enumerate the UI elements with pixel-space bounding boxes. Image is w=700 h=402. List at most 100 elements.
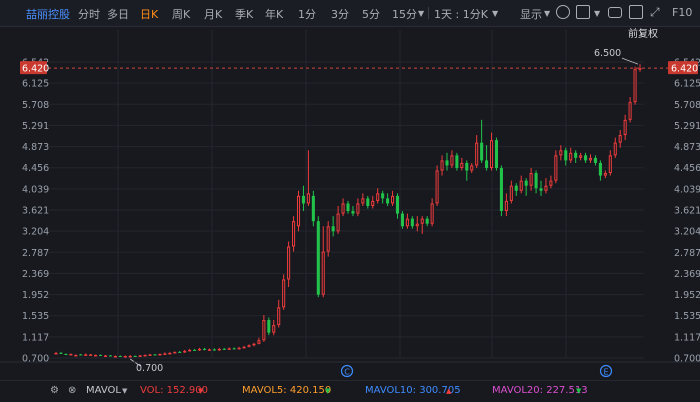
volume-indicator-bar: ⚙ ⊗ MAVOL ▼ VOL: 152.900 ▼ MAVOL5: 420.1… (0, 380, 700, 402)
candle-body-up (123, 355, 127, 358)
candle-body-up (336, 213, 340, 232)
tab-monthly-k[interactable]: 月K (204, 6, 222, 22)
settings-icon[interactable] (556, 5, 570, 19)
candle-body-down (410, 218, 414, 227)
candle-body-up (143, 354, 147, 357)
tab-multi-day[interactable]: 多日 (107, 6, 129, 22)
tab-daily-k[interactable]: 日K (140, 6, 158, 22)
candle-body-down (118, 355, 122, 357)
chevron-down-icon[interactable]: ▼ (544, 9, 550, 18)
tab-intraday[interactable]: 分时 (78, 6, 100, 22)
candle-body-up (252, 343, 256, 346)
candle-body-down (485, 160, 489, 168)
candle-body-down (331, 226, 335, 232)
candle-body-down (212, 349, 216, 351)
y-tick-label-left: 0.700 (22, 354, 49, 365)
tab-1min[interactable]: 1分 (298, 6, 316, 22)
mavol5-value: MAVOL5: 420.150 (242, 385, 332, 396)
camera-icon[interactable] (608, 7, 622, 18)
tab-weekly-k[interactable]: 周K (172, 6, 190, 22)
event-marker-label: C (344, 368, 350, 377)
chevron-down-icon[interactable]: ▼ (594, 9, 600, 18)
tab-15min[interactable]: 15分 (392, 6, 417, 22)
candle-body-up (103, 355, 108, 357)
candle-body-down (514, 185, 518, 191)
candle-body-down (425, 218, 429, 224)
candle-body-down (381, 193, 385, 199)
candle-body-down (499, 167, 503, 212)
y-tick-label-right: 4.873 (674, 142, 700, 153)
candle-body-down (301, 195, 305, 204)
multi-period-select[interactable]: 1天 : 1分K (434, 6, 488, 22)
candle-body-up (272, 325, 276, 333)
candle-body-down (524, 180, 528, 186)
candle-body-up (361, 198, 365, 204)
candle-body-up (282, 279, 286, 308)
window-icon[interactable] (576, 5, 590, 19)
candle-body-up (128, 355, 132, 358)
candle-body-up (509, 185, 513, 201)
candle-body-down (232, 348, 236, 350)
f10-button[interactable]: F10 (672, 6, 692, 19)
candle-body-up (544, 185, 548, 191)
close-icon[interactable]: ⊗ (68, 385, 76, 396)
tab-quarterly-k[interactable]: 季K (235, 6, 253, 22)
chevron-down-icon[interactable]: ▼ (418, 9, 424, 18)
y-tick-label-right: 4.456 (674, 163, 700, 174)
y-tick-label-right: 1.535 (674, 311, 700, 322)
candle-body-down (593, 157, 597, 163)
candle-body-up (371, 200, 375, 206)
candle-body-up (257, 340, 261, 344)
y-tick-label-right: 0.700 (674, 354, 700, 365)
chevron-down-icon[interactable]: ▼ (122, 387, 127, 395)
candle-body-down (539, 188, 543, 191)
candle-body-down (202, 348, 207, 350)
candle-body-up (420, 218, 424, 224)
candle-body-up (74, 354, 78, 357)
candle-body-up (168, 352, 172, 355)
indicator-name[interactable]: MAVOL (86, 385, 121, 396)
stock-name[interactable]: 喆丽控股 (26, 6, 70, 22)
min-price-label: 0.700 (136, 363, 163, 374)
chevron-down-icon[interactable]: ▼ (492, 9, 498, 18)
adjust-type-label: 前复权 (628, 27, 658, 40)
tab-5min[interactable]: 5分 (362, 6, 380, 22)
y-tick-label-left: 3.621 (22, 206, 49, 217)
fullscreen-icon[interactable]: ⤢ (650, 5, 660, 20)
tab-3min[interactable]: 3分 (331, 6, 349, 22)
draw-tool-icon[interactable] (629, 5, 643, 19)
y-tick-label-left: 2.369 (22, 269, 49, 280)
price-tag-right: 6.420 (671, 64, 698, 75)
candle-body-up (183, 350, 187, 353)
candle-body-up (148, 354, 152, 356)
y-tick-label-left: 4.873 (22, 142, 49, 153)
display-menu[interactable]: 显示 (520, 6, 542, 22)
settings-icon[interactable]: ⚙ (50, 385, 59, 396)
candle-body-up (207, 349, 211, 351)
candle-body-down (564, 150, 568, 161)
arrow-down-icon: ▼ (325, 387, 331, 395)
candle-body-up (450, 155, 454, 166)
candle-body-up (188, 349, 192, 352)
candle-body-up (588, 157, 593, 161)
y-tick-label-right: 2.369 (674, 269, 700, 280)
candle-body-up (287, 246, 291, 280)
y-tick-label-left: 4.456 (22, 163, 49, 174)
y-tick-label-right: 1.117 (674, 332, 700, 343)
tab-yearly-k[interactable]: 年K (265, 6, 283, 22)
event-marker-label: E (603, 368, 608, 377)
max-price-label: 6.500 (594, 48, 621, 59)
candle-body-up (173, 351, 177, 354)
candle-body-up (440, 160, 444, 171)
candle-body-down (346, 203, 350, 212)
candle-body-down (99, 354, 103, 356)
y-tick-label-right: 2.787 (674, 248, 700, 259)
candle-body-up (163, 353, 167, 355)
y-tick-label-right: 3.621 (674, 206, 700, 217)
candle-body-down (193, 349, 197, 351)
candle-body-up (628, 102, 632, 120)
candle-body-up (559, 150, 563, 156)
candle-body-up (618, 135, 622, 143)
y-tick-label-right: 5.291 (674, 121, 700, 132)
candle-body-up (405, 218, 409, 227)
